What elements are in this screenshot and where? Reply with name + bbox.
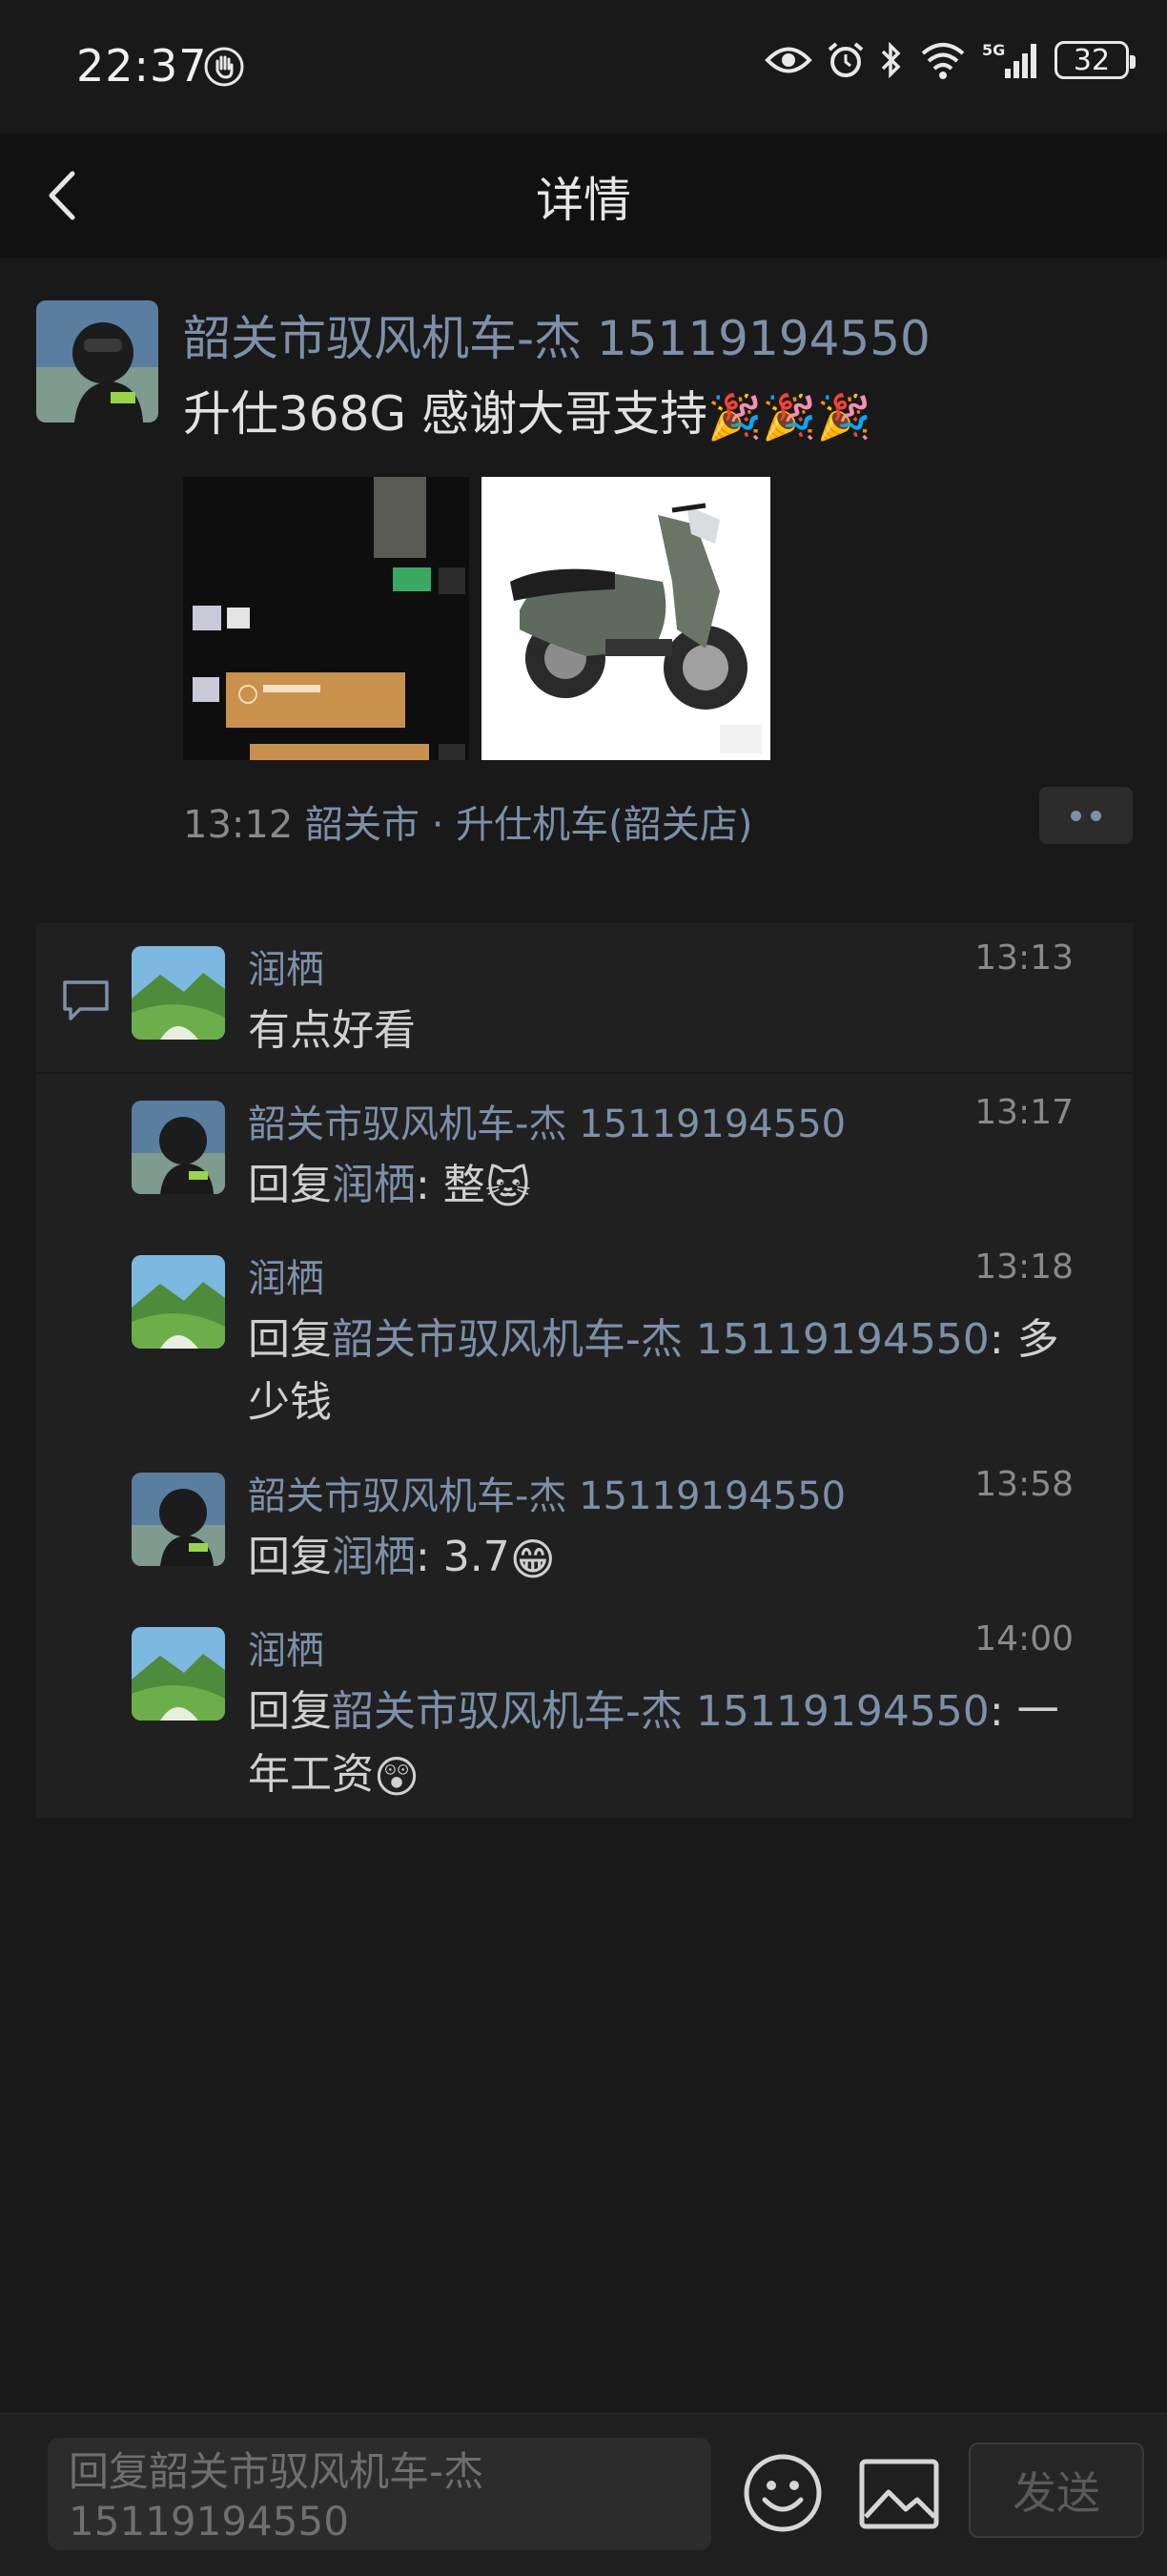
status-bar: 22:37 5G 32 — [0, 0, 1167, 134]
reply-target[interactable]: 韶关市驭风机车-杰 15119194550 — [332, 1315, 990, 1364]
comment-item[interactable]: 韶关市驭风机车-杰 15119194550 13:58 回复润栖: 3.7😁 — [36, 1450, 1133, 1604]
comment-text: 回复润栖: 整🐱 — [248, 1154, 1096, 1219]
reply-target[interactable]: 韶关市驭风机车-杰 15119194550 — [332, 1687, 990, 1736]
svg-text:5G: 5G — [982, 41, 1005, 59]
commenter-avatar[interactable] — [132, 1627, 225, 1721]
reply-bar: 回复韶关市驭风机车-杰 15119194550 发送 — [0, 2413, 1167, 2576]
commenter-name[interactable]: 韶关市驭风机车-杰 15119194550 — [248, 1465, 846, 1520]
commenter-name[interactable]: 润栖 — [248, 938, 324, 994]
battery-indicator: 32 — [1054, 41, 1136, 79]
commenter-avatar[interactable] — [132, 1101, 225, 1194]
alarm-icon — [828, 42, 864, 77]
post-text-emojis: 🎉🎉🎉 — [707, 391, 871, 443]
status-time: 22:37 — [76, 40, 208, 92]
reply-body: : 3.7 — [416, 1533, 510, 1581]
image-icon[interactable] — [858, 2458, 940, 2530]
post-image-scooter[interactable] — [481, 477, 770, 760]
comments-section: 润栖 13:13 有点好看 韶关市驭风机车-杰 15119194550 13:1… — [36, 923, 1133, 1818]
reply-emoji: 😲 — [374, 1751, 420, 1803]
emoji-icon[interactable] — [742, 2452, 824, 2534]
comment-time: 13:17 — [974, 1093, 1074, 1132]
commenter-name[interactable]: 韶关市驭风机车-杰 15119194550 — [248, 1093, 846, 1148]
signal-5g-icon: 5G — [982, 41, 1036, 78]
reply-body: : 整 — [416, 1161, 485, 1209]
comment-item[interactable]: 润栖 13:18 回复韶关市驭风机车-杰 15119194550: 多少钱 — [36, 1232, 1133, 1450]
commenter-avatar[interactable] — [132, 1255, 225, 1349]
post-text: 升仕368G 感谢大哥支持🎉🎉🎉 — [183, 376, 871, 444]
comment-text: 有点好看 — [248, 1006, 416, 1055]
post-meta: 13:12 韶关市 · 升仕机车(韶关店) — [183, 793, 752, 849]
post-time: 13:12 — [183, 803, 294, 847]
hand-icon — [204, 47, 244, 87]
commenter-name[interactable]: 润栖 — [248, 1619, 324, 1675]
post-text-body: 升仕368G 感谢大哥支持 — [183, 386, 708, 442]
reply-target[interactable]: 润栖 — [332, 1161, 416, 1209]
nav-bar: 详情 — [0, 134, 1167, 258]
comment-divider — [36, 1072, 1133, 1074]
reply-emoji: 🐱 — [484, 1162, 531, 1213]
comment-text: 回复韶关市驭风机车-杰 15119194550: 一年工资😲 — [248, 1680, 1096, 1808]
reply-input[interactable]: 回复韶关市驭风机车-杰 15119194550 — [48, 2438, 711, 2550]
reply-prefix: 回复 — [248, 1315, 332, 1364]
commenter-avatar[interactable] — [132, 1473, 225, 1566]
post-image-chat-screenshot[interactable] — [183, 477, 469, 760]
more-actions-button[interactable] — [1039, 787, 1133, 844]
send-button[interactable]: 发送 — [969, 2442, 1144, 2538]
bluetooth-icon — [881, 41, 901, 79]
comment-text: 回复韶关市驭风机车-杰 15119194550: 多少钱 — [248, 1309, 1096, 1434]
commenter-name[interactable]: 润栖 — [248, 1247, 324, 1303]
comment-time: 13:58 — [974, 1465, 1074, 1504]
comment-time: 14:00 — [974, 1619, 1074, 1659]
comment-time: 13:18 — [974, 1247, 1074, 1287]
post-author-name[interactable]: 韶关市驭风机车-杰 15119194550 — [183, 300, 931, 369]
comment-item[interactable]: 润栖 14:00 回复韶关市驭风机车-杰 15119194550: 一年工资😲 — [36, 1604, 1133, 1818]
reply-target[interactable]: 润栖 — [332, 1533, 416, 1581]
commenter-avatar[interactable] — [132, 946, 225, 1040]
eye-icon — [765, 47, 812, 73]
status-icons: 5G 32 — [765, 40, 1136, 80]
comment-text: 回复润栖: 3.7😁 — [248, 1526, 1096, 1591]
post-location[interactable]: 韶关市 · 升仕机车(韶关店) — [305, 803, 752, 847]
page-title: 详情 — [536, 173, 631, 228]
reply-prefix: 回复 — [248, 1161, 332, 1209]
reply-emoji: 😁 — [509, 1534, 556, 1585]
author-avatar[interactable] — [36, 300, 158, 422]
wifi-icon — [921, 43, 965, 79]
reply-prefix: 回复 — [248, 1687, 332, 1736]
comment-item[interactable]: 润栖 13:13 有点好看 — [36, 923, 1133, 1074]
comment-time: 13:13 — [974, 938, 1074, 978]
reply-prefix: 回复 — [248, 1533, 332, 1581]
comment-item[interactable]: 韶关市驭风机车-杰 15119194550 13:17 回复润栖: 整🐱 — [36, 1078, 1133, 1232]
